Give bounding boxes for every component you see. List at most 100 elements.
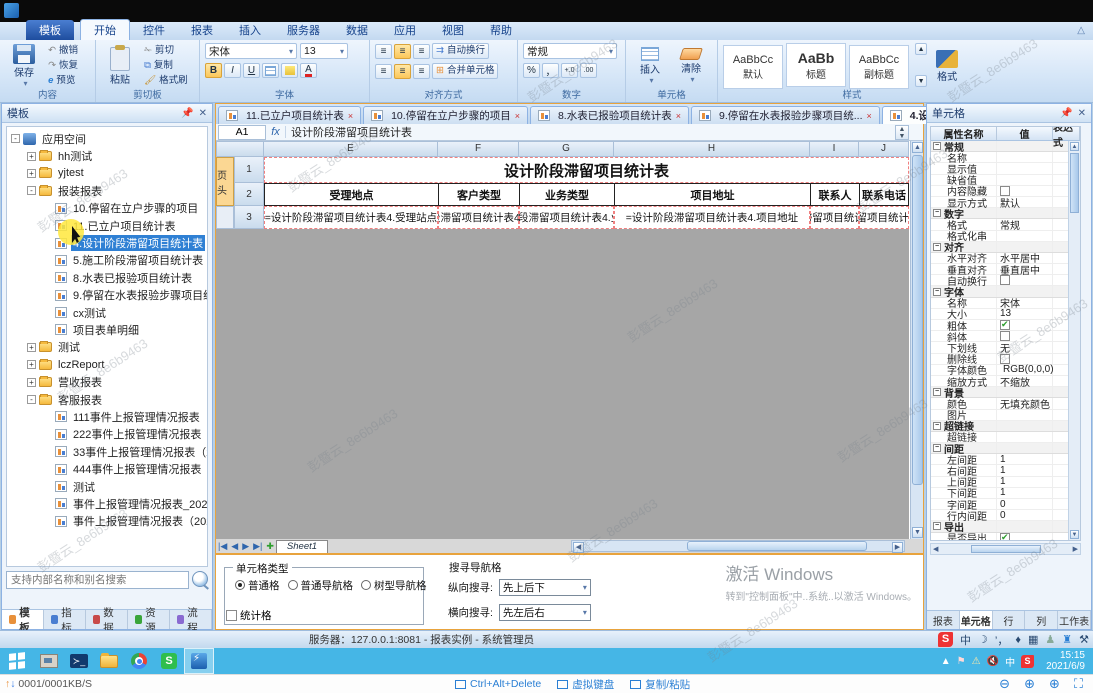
cell-reference-box[interactable]: A1 — [218, 125, 266, 140]
font-color-button[interactable]: A — [300, 63, 317, 78]
column-header[interactable]: J — [859, 141, 909, 157]
ribbon-tab-1[interactable]: 模板 — [26, 20, 74, 40]
column-header[interactable]: F — [438, 141, 519, 157]
collapse-icon[interactable]: − — [933, 288, 941, 296]
tree-item[interactable]: 事件上报管理情况报表_2021年1月 — [7, 495, 207, 512]
tree-item[interactable]: +营收报表 — [7, 373, 207, 390]
virtual-keyboard-button[interactable]: 虚拟键盘 — [557, 677, 614, 692]
copy-paste-button[interactable]: 复制/粘贴 — [630, 677, 690, 692]
collapse-icon[interactable]: − — [933, 209, 941, 217]
header-cell[interactable]: 联系电话 — [859, 183, 909, 206]
ribbon-tab-4[interactable]: 报表 — [178, 20, 226, 40]
align-left-button[interactable]: ≡ — [375, 64, 392, 79]
ime-moon-icon[interactable]: ☽ — [978, 633, 988, 646]
ribbon-tab-5[interactable]: 插入 — [226, 20, 274, 40]
header-cell[interactable]: 客户类型 — [438, 183, 519, 206]
align-right-button[interactable]: ≡ — [413, 64, 430, 79]
style-gallery-up-button[interactable]: ▲ — [915, 43, 927, 55]
property-row[interactable]: 是否导出 — [931, 533, 1080, 541]
redo-button[interactable]: ↷恢复 — [48, 59, 78, 73]
tree-item[interactable]: 11.已立户项目统计表 — [7, 217, 207, 234]
tree-item[interactable]: -应用空间 — [7, 130, 207, 147]
panel-tab-5[interactable]: 工作表 — [1058, 611, 1091, 629]
cell-type-radio-3[interactable]: 树型导航格 — [361, 578, 427, 593]
ribbon-tab-2[interactable]: 开始 — [80, 19, 130, 40]
ribbon-tab-9[interactable]: 视图 — [429, 20, 477, 40]
cell-type-radio-1[interactable]: 普通格 — [235, 578, 280, 593]
tree-item[interactable]: 测试 — [7, 478, 207, 495]
tray-expand-icon[interactable]: ▲ — [941, 656, 951, 667]
search-input[interactable] — [6, 571, 189, 589]
sidebar-tab-2[interactable]: 指标 — [44, 610, 86, 629]
row-header[interactable]: 3 — [234, 206, 264, 229]
sidebar-tab-4[interactable]: 资源 — [128, 610, 170, 629]
tray-lang-icon[interactable]: 中 — [1005, 654, 1015, 669]
close-tab-icon[interactable]: × — [348, 111, 353, 121]
report-designer-taskbar-icon[interactable] — [184, 648, 214, 674]
style-chip-1[interactable]: AaBbCc默认 — [723, 45, 783, 89]
scroll-left-icon[interactable]: ◀ — [573, 542, 584, 553]
grid-vertical-scrollbar[interactable]: ▲ ▼ — [1068, 141, 1080, 540]
comma-button[interactable]: ， — [542, 63, 559, 78]
header-cell[interactable]: 联系人 — [810, 183, 859, 206]
tree-item[interactable]: +测试 — [7, 339, 207, 356]
tree-item[interactable]: 444事件上报管理情况报表（2021年1月） — [7, 460, 207, 477]
ime-skin-icon[interactable]: ♜ — [1062, 633, 1072, 646]
insert-cell-button[interactable]: 插入▾ — [631, 43, 669, 89]
fill-color-button[interactable] — [281, 63, 298, 78]
tree-item[interactable]: 5.施工阶段滞留项目统计表 — [7, 252, 207, 269]
align-center-button[interactable]: ≡ — [394, 64, 411, 79]
tree-item[interactable]: -报装报表 — [7, 182, 207, 199]
tree-item[interactable]: 222事件上报管理情况报表（2021年1月）1 — [7, 426, 207, 443]
tray-volume-icon[interactable]: 🔇 — [987, 656, 999, 667]
row-header[interactable]: 1 — [234, 157, 264, 183]
border-button[interactable] — [262, 63, 279, 78]
powershell-icon[interactable]: ≻_ — [64, 648, 94, 674]
collapse-icon[interactable]: - — [27, 395, 36, 404]
formula-cell[interactable]: =设计阶段滞留项目统计表4.联系电话 — [859, 206, 909, 229]
vertical-nav-select[interactable]: 先上后下▾ — [499, 579, 591, 596]
cut-button[interactable]: ✁剪切 — [144, 44, 188, 58]
row-header[interactable]: 2 — [234, 183, 264, 206]
document-tab[interactable]: 11.已立户项目统计表× — [218, 106, 361, 124]
increase-decimal-button[interactable]: +.0 — [561, 63, 578, 78]
ribbon-collapse-icon[interactable]: △ — [1077, 25, 1085, 36]
collapse-icon[interactable]: − — [933, 422, 941, 430]
panel-tab-2[interactable]: 单元格 — [960, 611, 993, 629]
italic-button[interactable]: I — [224, 63, 241, 78]
tree-item[interactable]: 9.停留在水表报验步骤项目统计清单 — [7, 287, 207, 304]
grid-horizontal-scrollbar[interactable]: ◀▶ — [930, 543, 1081, 555]
tree-item[interactable]: 事件上报管理情况报表（2021年1月） — [7, 513, 207, 530]
underline-button[interactable]: U — [243, 63, 260, 78]
tree-item[interactable]: 111事件上报管理情况报表（2021年1月） — [7, 408, 207, 425]
merge-cells-button[interactable]: ⊞合并单元格 — [432, 63, 498, 79]
align-middle-button[interactable]: ≡ — [394, 44, 411, 59]
pin-icon[interactable]: 📌 — [181, 108, 193, 119]
fullscreen-icon[interactable]: ⛶ — [1074, 676, 1083, 692]
collapse-icon[interactable]: − — [933, 142, 941, 150]
stat-cell-checkbox[interactable]: 统计格 — [226, 608, 272, 623]
format-style-button[interactable]: 格式 — [930, 43, 964, 89]
zoom-in-icon[interactable]: ⊕ — [1049, 676, 1060, 692]
collapse-icon[interactable]: - — [27, 186, 36, 195]
cell-type-radio-2[interactable]: 普通导航格 — [288, 578, 354, 593]
ctrl-alt-delete-button[interactable]: Ctrl+Alt+Delete — [455, 677, 541, 692]
sheet-horizontal-scrollbar[interactable]: ◀ ▶ — [571, 540, 905, 552]
scroll-right-icon[interactable]: ▶ — [892, 542, 903, 553]
font-family-combo[interactable]: 宋体▾ — [205, 43, 297, 59]
style-chip-2[interactable]: AaBb标题 — [786, 43, 846, 87]
tray-flag-icon[interactable]: ⚑ — [957, 656, 966, 667]
align-top-button[interactable]: ≡ — [375, 44, 392, 59]
collapse-icon[interactable]: - — [11, 134, 20, 143]
ribbon-tab-8[interactable]: 应用 — [381, 20, 429, 40]
tray-network-icon[interactable]: ⚠ — [972, 656, 981, 667]
sheet-nav-next-icon[interactable]: ▶ — [240, 541, 251, 552]
save-button[interactable]: 保存▾ — [5, 43, 43, 89]
tray-sogou-icon[interactable]: S — [1021, 655, 1034, 668]
clear-button[interactable]: 清除▾ — [672, 43, 710, 89]
tree-item[interactable]: cx测试 — [7, 304, 207, 321]
formula-input[interactable]: 设计阶段滞留项目统计表 — [286, 124, 895, 140]
column-header[interactable]: I — [810, 141, 859, 157]
panel-tab-3[interactable]: 行 — [993, 611, 1026, 629]
bold-button[interactable]: B — [205, 63, 222, 78]
